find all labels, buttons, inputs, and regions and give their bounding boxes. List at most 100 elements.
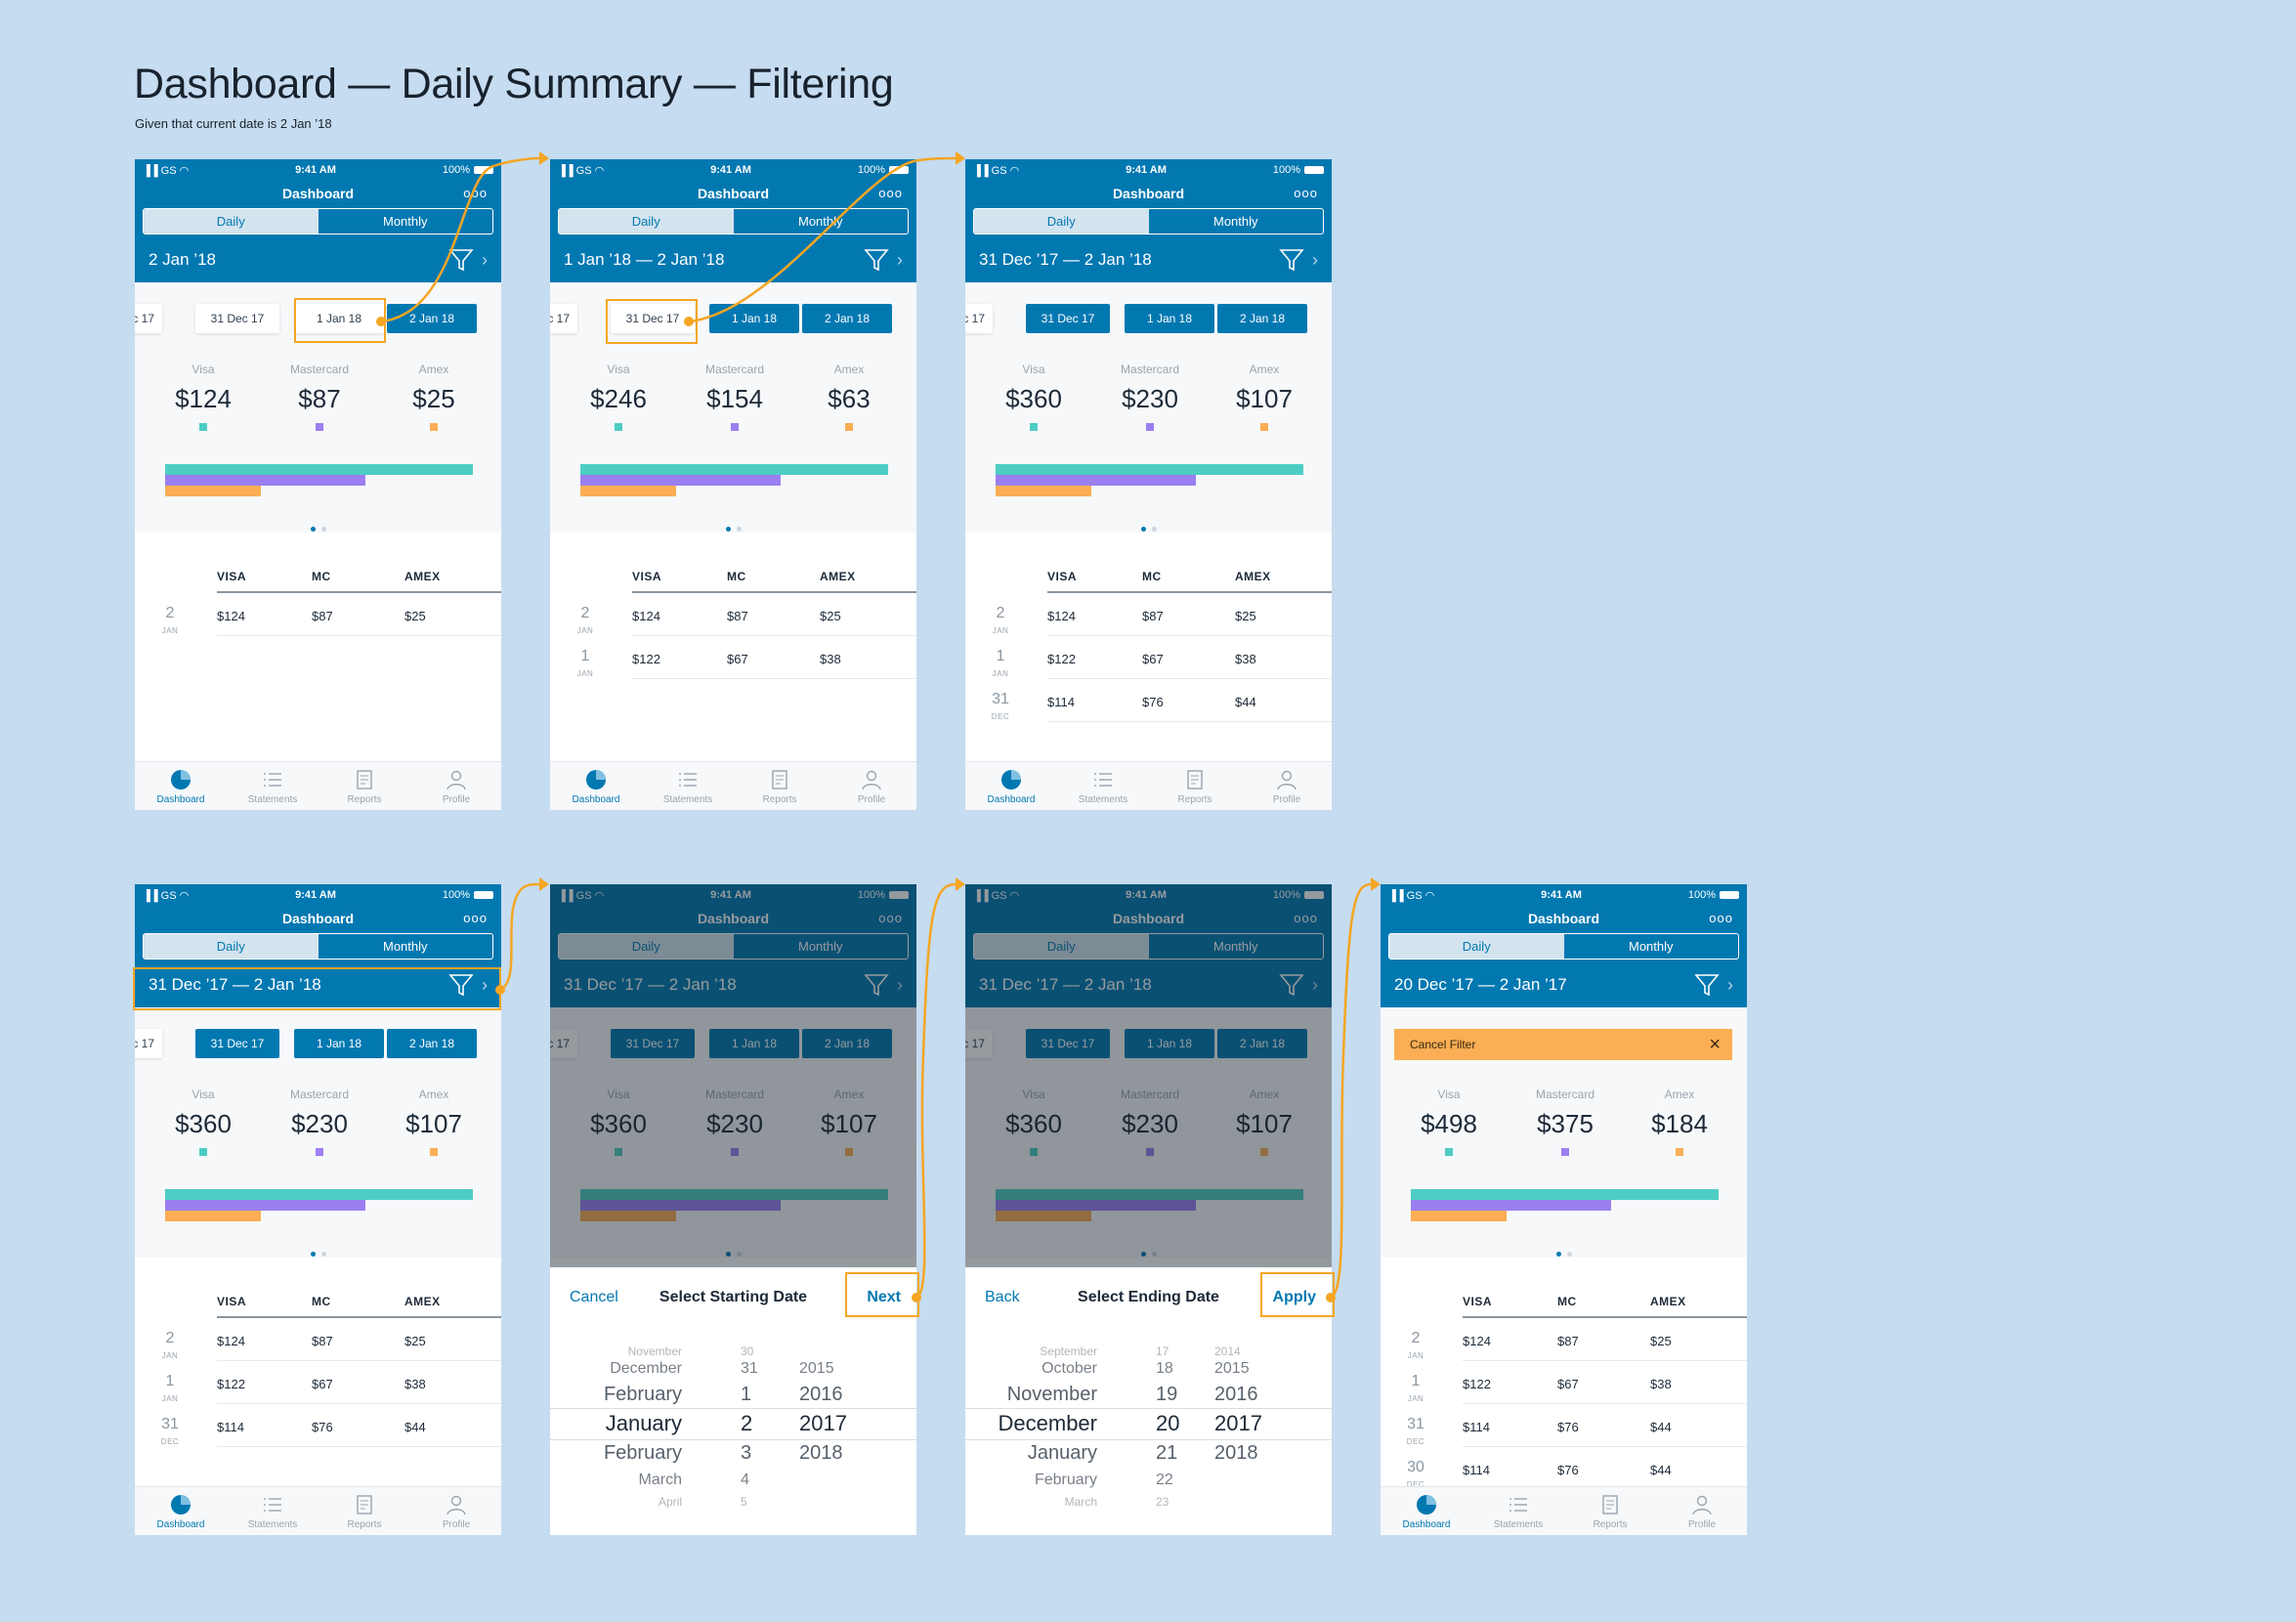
page-indicator[interactable] <box>135 1252 501 1257</box>
table-row[interactable]: 30 DEC $114 $76 $44 <box>1381 1447 1747 1490</box>
tab-reports[interactable]: Reports <box>1149 768 1241 805</box>
tab-dashboard[interactable]: Dashboard <box>965 768 1057 805</box>
table-row[interactable]: 31 DEC $114 $76 $44 <box>135 1404 501 1447</box>
tab-statements[interactable]: Statements <box>227 768 319 805</box>
tab-reports[interactable]: Reports <box>734 768 826 805</box>
date-chip[interactable]: 1 Jan 18 <box>709 304 799 333</box>
tab-daily[interactable]: Daily <box>1389 934 1564 959</box>
tab-monthly[interactable]: Monthly <box>319 209 493 234</box>
tab-reports[interactable]: Reports <box>1564 1493 1656 1530</box>
page-indicator[interactable] <box>965 527 1332 532</box>
filter-icon[interactable] <box>1694 972 1720 998</box>
table-row[interactable]: 1 JAN $122 $67 $38 <box>550 636 916 679</box>
date-chip[interactable]: 2 Jan 18 <box>802 304 892 333</box>
more-icon[interactable]: ooo <box>463 906 488 931</box>
date-chip[interactable]: 2 Jan 18 <box>1217 304 1307 333</box>
picker-month-option[interactable]: November <box>965 1380 1097 1409</box>
table-row[interactable]: 1 JAN $122 $67 $38 <box>965 636 1332 679</box>
picker-month-option[interactable]: January <box>550 1409 682 1438</box>
tab-profile[interactable]: Profile <box>1656 1493 1747 1530</box>
more-icon[interactable]: ooo <box>1709 906 1733 931</box>
picker-day-option[interactable]: 2 <box>741 1409 752 1438</box>
picker-month-option[interactable]: February <box>550 1438 682 1468</box>
tab-daily[interactable]: Daily <box>144 934 319 959</box>
close-icon[interactable]: × <box>1709 1029 1721 1060</box>
tab-dashboard[interactable]: Dashboard <box>550 768 642 805</box>
filter-bar[interactable]: 1 Jan ’18 — 2 Jan ’18 › <box>550 237 916 282</box>
tab-monthly[interactable]: Monthly <box>1564 934 1739 959</box>
tab-reports[interactable]: Reports <box>319 1493 410 1530</box>
date-chip[interactable]: ec 17 <box>135 1029 162 1058</box>
tab-reports[interactable]: Reports <box>319 768 410 805</box>
table-row[interactable]: 2 JAN $124 $87 $25 <box>135 1318 501 1361</box>
more-icon[interactable]: ooo <box>878 181 903 206</box>
picker-day-option[interactable]: 19 <box>1156 1380 1177 1409</box>
filter-icon[interactable] <box>448 247 474 273</box>
table-row[interactable]: 2 JAN $124 $87 $25 <box>1381 1318 1747 1361</box>
tab-profile[interactable]: Profile <box>410 1493 501 1530</box>
tab-profile[interactable]: Profile <box>410 768 501 805</box>
tab-dashboard[interactable]: Dashboard <box>135 1493 227 1530</box>
page-indicator[interactable] <box>135 527 501 532</box>
date-chip[interactable]: ec 17 <box>550 304 577 333</box>
picker-year-option[interactable]: 2017 <box>1214 1409 1262 1438</box>
picker-day-option[interactable]: 21 <box>1156 1438 1177 1468</box>
filter-icon[interactable] <box>864 247 889 273</box>
date-chip[interactable]: 2 Jan 18 <box>387 1029 477 1058</box>
date-chip[interactable]: 31 Dec 17 <box>195 1029 279 1058</box>
filter-icon[interactable] <box>1279 247 1304 273</box>
picker-year-option[interactable]: 2016 <box>1214 1380 1258 1409</box>
filter-bar[interactable]: 2 Jan ’18 › <box>135 237 501 282</box>
tab-daily[interactable]: Daily <box>559 209 734 234</box>
picker-year-option[interactable]: 2018 <box>799 1438 843 1468</box>
date-chip[interactable]: ec 17 <box>135 304 162 333</box>
table-row[interactable]: 31 DEC $114 $76 $44 <box>1381 1404 1747 1447</box>
table-row[interactable]: 2 JAN $124 $87 $25 <box>965 593 1332 636</box>
tab-statements[interactable]: Statements <box>1057 768 1149 805</box>
more-icon[interactable]: ooo <box>463 181 488 206</box>
tab-statements[interactable]: Statements <box>1472 1493 1564 1530</box>
picker-day-option[interactable]: 23 <box>1156 1487 1169 1516</box>
date-chip[interactable]: 1 Jan 18 <box>1125 304 1214 333</box>
tab-monthly[interactable]: Monthly <box>734 209 909 234</box>
table-row[interactable]: 2 JAN $124 $87 $25 <box>135 593 501 636</box>
tab-monthly[interactable]: Monthly <box>1149 209 1324 234</box>
date-chip[interactable]: 2 Jan 18 <box>387 304 477 333</box>
dim-overlay[interactable] <box>550 884 916 1267</box>
tab-daily[interactable]: Daily <box>144 209 319 234</box>
picker-month-option[interactable]: February <box>550 1380 682 1409</box>
cancel-filter-button[interactable]: Cancel Filter × <box>1394 1029 1732 1060</box>
date-chip[interactable]: ec 17 <box>965 304 993 333</box>
date-chip[interactable]: 31 Dec 17 <box>1026 304 1110 333</box>
tab-profile[interactable]: Profile <box>826 768 916 805</box>
date-chip[interactable]: 1 Jan 18 <box>294 1029 384 1058</box>
filter-bar[interactable]: 31 Dec ’17 — 2 Jan ’18 › <box>965 237 1332 282</box>
picker-day-option[interactable]: 20 <box>1156 1409 1179 1438</box>
tab-statements[interactable]: Statements <box>227 1493 319 1530</box>
table-row[interactable]: 1 JAN $122 $67 $38 <box>1381 1361 1747 1404</box>
tab-daily[interactable]: Daily <box>974 209 1149 234</box>
picker-day-option[interactable]: 3 <box>741 1438 751 1468</box>
picker-year-option[interactable]: 2016 <box>799 1380 843 1409</box>
picker-year-option[interactable]: 2018 <box>1214 1438 1258 1468</box>
page-indicator[interactable] <box>550 527 916 532</box>
more-icon[interactable]: ooo <box>1294 181 1318 206</box>
picker-day-option[interactable]: 5 <box>741 1487 747 1516</box>
dim-overlay[interactable] <box>965 884 1332 1267</box>
tab-dashboard[interactable]: Dashboard <box>135 768 227 805</box>
date-chip[interactable]: 31 Dec 17 <box>195 304 279 333</box>
table-row[interactable]: 31 DEC $114 $76 $44 <box>965 679 1332 722</box>
picker-year-option[interactable]: 2017 <box>799 1409 847 1438</box>
picker-month-option[interactable]: December <box>965 1409 1097 1438</box>
picker-month-option[interactable]: April <box>550 1487 682 1516</box>
tab-dashboard[interactable]: Dashboard <box>1381 1493 1472 1530</box>
tab-profile[interactable]: Profile <box>1241 768 1332 805</box>
picker-day-option[interactable]: 1 <box>741 1380 751 1409</box>
tab-statements[interactable]: Statements <box>642 768 734 805</box>
table-row[interactable]: 2 JAN $124 $87 $25 <box>550 593 916 636</box>
page-indicator[interactable] <box>1381 1252 1747 1257</box>
table-row[interactable]: 1 JAN $122 $67 $38 <box>135 1361 501 1404</box>
picker-month-option[interactable]: January <box>965 1438 1097 1468</box>
tab-monthly[interactable]: Monthly <box>319 934 493 959</box>
filter-bar[interactable]: 20 Dec ’17 — 2 Jan ’17 › <box>1381 962 1747 1007</box>
